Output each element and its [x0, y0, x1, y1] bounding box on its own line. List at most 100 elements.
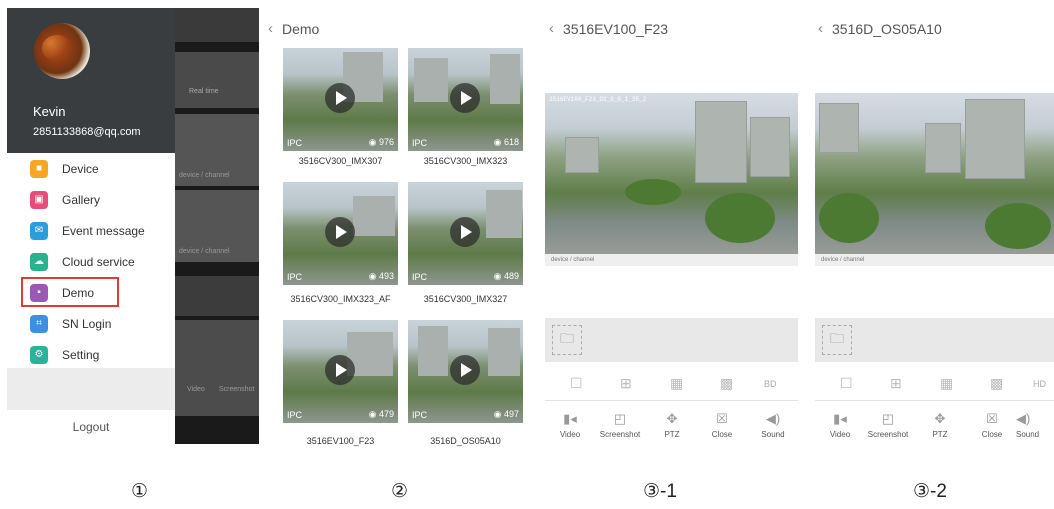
tree-shape: [705, 193, 775, 243]
single-view-icon[interactable]: ☐: [840, 375, 853, 392]
building-shape: [488, 328, 520, 376]
ptz-icon: ✥: [666, 411, 678, 426]
cloud-icon: ☁: [30, 252, 48, 271]
tool-label: Sound: [761, 430, 785, 439]
four-view-icon[interactable]: ⊞: [620, 375, 632, 392]
view-count: ◉ 489: [493, 271, 519, 281]
drawer-header: Kevin 2851133868@qq.com: [7, 8, 175, 153]
view-count: ◉ 493: [368, 271, 394, 281]
menu-label: Gallery: [62, 192, 101, 207]
ptz-button[interactable]: ✥ PTZ: [650, 411, 694, 439]
building-shape: [418, 326, 448, 376]
ptz-icon: ✥: [934, 411, 946, 426]
background-video-label: Video: [187, 386, 205, 393]
play-icon[interactable]: [450, 83, 480, 113]
play-icon[interactable]: [325, 83, 355, 113]
divider: [545, 400, 798, 401]
step-label-1: ①: [131, 481, 149, 502]
demo-thumb-2[interactable]: IPC ◉ 618: [408, 48, 523, 151]
menu-label: Event message: [62, 223, 145, 238]
tree-shape: [819, 193, 879, 243]
ipc-tag: IPC: [412, 410, 428, 420]
menu-item-sn-login[interactable]: ⌗ SN Login: [7, 308, 175, 339]
demo-thumb-5[interactable]: IPC ◉ 479: [283, 320, 398, 423]
close-icon: ☒: [716, 411, 728, 426]
demo-thumb-1[interactable]: IPC ◉ 976: [283, 48, 398, 151]
screenshot-button[interactable]: ◰ Screenshot: [598, 411, 642, 439]
sixteen-view-icon[interactable]: ▩: [720, 375, 733, 392]
ptz-button[interactable]: ✥ PTZ: [918, 411, 962, 439]
logout-button[interactable]: Logout: [7, 410, 175, 444]
menu-label: SN Login: [62, 316, 112, 331]
screenshot-button[interactable]: ◰ Screenshot: [866, 411, 910, 439]
quality-toggle[interactable]: HD: [1033, 379, 1046, 389]
nine-view-icon[interactable]: ▦: [670, 375, 683, 392]
view-count-value: 497: [503, 409, 519, 419]
building-shape: [750, 117, 790, 177]
building-shape: [819, 103, 859, 153]
sound-button[interactable]: ◀) Sound: [751, 411, 795, 439]
video-button[interactable]: ▮◂ Video: [548, 411, 592, 439]
speaker-icon: ◀): [765, 411, 781, 426]
four-view-icon[interactable]: ⊞: [890, 375, 902, 392]
back-chevron-icon[interactable]: ‹: [268, 20, 273, 37]
demo-thumb-6[interactable]: IPC ◉ 497: [408, 320, 523, 423]
folder-icon[interactable]: 🗀: [552, 325, 582, 355]
play-icon[interactable]: [450, 217, 480, 247]
player-title: 3516D_OS05A10: [832, 21, 942, 37]
menu-item-cloud-service[interactable]: ☁ Cloud service: [7, 246, 175, 277]
sound-button[interactable]: ◀) Sound: [1016, 411, 1054, 439]
background-tab-bar: Real time: [175, 52, 259, 108]
tool-label: Close: [981, 430, 1003, 439]
back-chevron-icon[interactable]: ‹: [818, 20, 823, 37]
video-camera-icon: ▮◂: [833, 411, 847, 426]
avatar[interactable]: [34, 23, 90, 79]
menu-item-event-message[interactable]: ✉ Event message: [7, 215, 175, 246]
tool-label: Sound: [1016, 430, 1040, 439]
demo-name: 3516CV300_IMX323: [423, 156, 508, 166]
snapshot-bar: 🗀: [815, 318, 1054, 362]
close-button[interactable]: ☒ Close: [700, 411, 744, 439]
step-label-3-2: ③-2: [913, 481, 947, 502]
menu-label: Cloud service: [62, 254, 135, 269]
building-shape: [486, 190, 522, 238]
menu-item-device[interactable]: ■ Device: [7, 153, 175, 184]
sixteen-view-icon[interactable]: ▩: [990, 375, 1003, 392]
close-button[interactable]: ☒ Close: [970, 411, 1014, 439]
step-label-3-1: ③-1: [643, 481, 677, 502]
play-icon[interactable]: [450, 355, 480, 385]
view-count: ◉ 618: [493, 137, 519, 147]
drawer-panel: Kevin 2851133868@qq.com ■ Device ▣ Galle…: [7, 8, 259, 444]
single-view-icon[interactable]: ☐: [570, 375, 583, 392]
menu-item-gallery[interactable]: ▣ Gallery: [7, 184, 175, 215]
menu-item-setting[interactable]: ⚙ Setting: [7, 339, 175, 370]
close-icon: ☒: [986, 411, 998, 426]
menu-label: Device: [62, 161, 99, 176]
video-view[interactable]: [815, 93, 1054, 254]
tool-label: Video: [829, 430, 851, 439]
video-view[interactable]: 3516EV100_F23_D1_9_0_1_35_2: [545, 93, 798, 254]
demo-thumb-4[interactable]: IPC ◉ 489: [408, 182, 523, 285]
background-device-card: device / channel: [175, 190, 259, 262]
play-icon[interactable]: [325, 355, 355, 385]
demo-thumb-3[interactable]: IPC ◉ 493: [283, 182, 398, 285]
drawer-footer-space: [7, 368, 175, 410]
folder-icon[interactable]: 🗀: [822, 325, 852, 355]
view-count-value: 489: [503, 271, 519, 281]
background-folder-bar: [175, 276, 259, 316]
back-chevron-icon[interactable]: ‹: [549, 20, 554, 37]
user-email: 2851133868@qq.com: [33, 126, 141, 138]
nine-view-icon[interactable]: ▦: [940, 375, 953, 392]
channel-label: device / channel: [545, 254, 798, 266]
play-icon[interactable]: [325, 217, 355, 247]
sn-login-icon: ⌗: [30, 314, 48, 333]
video-button[interactable]: ▮◂ Video: [818, 411, 862, 439]
message-icon: ✉: [30, 221, 48, 240]
demo-name: 3516CV300_IMX327: [423, 294, 508, 304]
background-channel-label: device / channel: [179, 172, 230, 179]
demo-highlight-box: [21, 277, 119, 307]
demo-name: 3516D_OS05A10: [430, 436, 501, 446]
quality-toggle[interactable]: BD: [764, 379, 777, 389]
user-name: Kevin: [33, 104, 66, 119]
building-shape: [353, 196, 395, 236]
